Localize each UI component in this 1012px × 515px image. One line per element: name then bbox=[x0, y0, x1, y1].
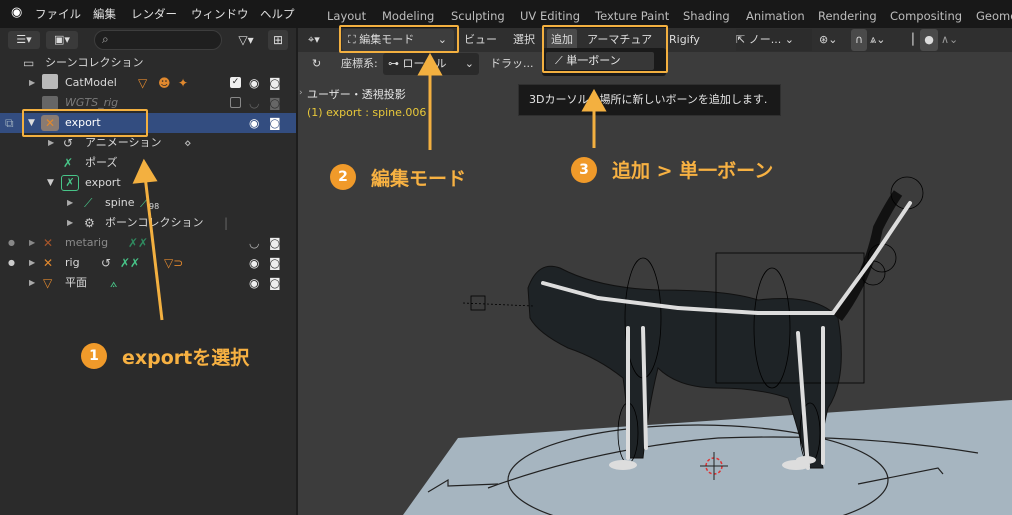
step-number-1: 1 bbox=[81, 343, 107, 369]
annotation-arrows bbox=[132, 52, 607, 321]
step-number-2: 2 bbox=[330, 164, 356, 190]
step2-label: 編集モード bbox=[371, 168, 467, 190]
step1-label: exportを選択 bbox=[122, 347, 250, 369]
step-number-3: 3 bbox=[571, 157, 597, 183]
step3-label: 追加 > 単一ボーン bbox=[612, 160, 774, 182]
